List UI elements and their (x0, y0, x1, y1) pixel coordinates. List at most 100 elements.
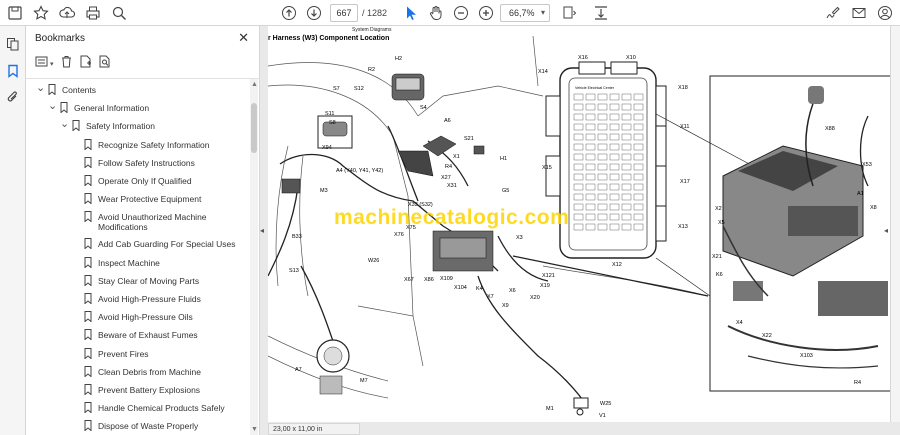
hand-tool-icon[interactable] (427, 4, 445, 22)
bookmark-item[interactable]: ⌄ Safety Information (26, 117, 250, 135)
bookmark-item[interactable]: Beware of Exhaust Fumes (26, 326, 250, 344)
chevron-down-icon[interactable]: ▾ (50, 60, 54, 68)
fuse-slot (573, 153, 584, 161)
bookmark-options-icon[interactable] (35, 55, 48, 73)
fit-page-icon[interactable] (560, 4, 578, 22)
fuse-slot (633, 213, 644, 221)
scroll-thumb[interactable] (251, 103, 257, 153)
label-G5: G5 (502, 188, 509, 194)
fuse-slot (621, 93, 632, 101)
sign-tool-icon[interactable] (824, 4, 842, 22)
fuse-slot (609, 223, 620, 231)
bookmark-item[interactable]: Prevent Fires (26, 345, 250, 363)
attachments-icon[interactable] (4, 88, 22, 106)
label-X10: X10 (626, 55, 636, 61)
bookmark-item[interactable]: Stay Clear of Moving Parts (26, 272, 250, 290)
add-bookmark-icon[interactable] (79, 55, 92, 73)
fuse-slot (633, 143, 644, 151)
zoom-in-icon[interactable] (477, 4, 495, 22)
bookmark-item[interactable]: ⌄ General Information (26, 99, 250, 117)
fuse-slot (597, 193, 608, 201)
bookmark-label: Stay Clear of Moving Parts (98, 275, 200, 286)
bookmark-item[interactable]: Follow Safety Instructions (26, 154, 250, 172)
bookmark-item[interactable]: Prevent Battery Explosions (26, 381, 250, 399)
save-icon[interactable] (6, 4, 24, 22)
main-toolbar: 667 / 1282 66,7% ▾ (0, 0, 900, 26)
label-X4: X4 (736, 320, 743, 326)
expand-right-panel-icon[interactable]: ◂ (884, 226, 888, 235)
account-icon[interactable] (876, 4, 894, 22)
label-X31: X31 (447, 183, 457, 189)
label-X18: X18 (678, 85, 688, 91)
fuse-slot (609, 203, 620, 211)
bookmark-item[interactable]: Clean Debris from Machine (26, 363, 250, 381)
fuse-slot (573, 213, 584, 221)
bookmark-icon (84, 420, 92, 432)
delete-bookmark-icon[interactable] (60, 55, 73, 73)
bookmark-item[interactable]: Avoid Unauthorized Machine Modifications (26, 208, 250, 235)
fuse-slot (585, 103, 596, 111)
fuse-slot (597, 223, 608, 231)
page-thumbnails-icon[interactable] (4, 35, 22, 53)
cloud-upload-icon[interactable] (58, 4, 76, 22)
bookmark-item[interactable]: Add Cab Guarding For Special Uses (26, 235, 250, 253)
select-cursor-icon[interactable] (402, 4, 420, 22)
previous-page-icon[interactable] (280, 4, 298, 22)
fuse-slot (609, 163, 620, 171)
label-X8: X8 (870, 205, 877, 211)
page-number-input[interactable]: 667 (330, 4, 358, 22)
next-page-icon[interactable] (305, 4, 323, 22)
right-scroll-edge[interactable] (890, 26, 900, 422)
fuse-slot (573, 113, 584, 121)
bookmarks-panel-icon[interactable] (4, 62, 22, 80)
scroll-mode-icon[interactable] (592, 4, 610, 22)
fuse-slot (573, 93, 584, 101)
bookmark-icon (48, 84, 56, 95)
label-W25: W25 (600, 401, 611, 407)
chevron-down-icon[interactable]: ⌄ (60, 117, 69, 130)
email-icon[interactable] (850, 4, 868, 22)
bookmark-item[interactable]: Handle Chemical Products Safely (26, 399, 250, 417)
fuse-slot (585, 153, 596, 161)
fuse-slot (585, 203, 596, 211)
bookmark-icon (84, 211, 92, 223)
fuse-slot (585, 163, 596, 171)
bookmark-icon (84, 311, 92, 323)
bookmark-item[interactable]: Dispose of Waste Properly (26, 417, 250, 435)
chevron-down-icon[interactable]: ⌄ (48, 99, 57, 112)
bookmark-scrollbar[interactable]: ▲ ▼ (250, 79, 258, 435)
chevron-down-icon[interactable]: ⌄ (36, 81, 45, 94)
zoom-out-icon[interactable] (452, 4, 470, 22)
label-X67: X67 (404, 277, 414, 283)
print-icon[interactable] (84, 4, 102, 22)
fuse-slot (621, 213, 632, 221)
bookmark-item[interactable]: Recognize Safety Information (26, 136, 250, 154)
scroll-down-icon[interactable]: ▼ (251, 426, 258, 433)
bookmark-item[interactable]: Inspect Machine (26, 254, 250, 272)
fuse-slot (585, 173, 596, 181)
fuse-slot (633, 183, 644, 191)
label-X2: X2 (715, 206, 722, 212)
label-X3: X3 (516, 235, 523, 241)
zoom-level-select[interactable]: 66,7% ▾ (500, 4, 550, 22)
fuse-slot (633, 163, 644, 171)
bookmark-item[interactable]: ⌄ Contents (26, 81, 250, 99)
star-icon[interactable] (32, 4, 50, 22)
bookmark-item[interactable]: Avoid High-Pressure Fluids (26, 290, 250, 308)
label-S11: S11 (325, 111, 334, 117)
collapse-panel-icon[interactable]: ◂ (260, 226, 264, 235)
bookmark-label-line2: Modifications (98, 222, 148, 233)
bookmark-item[interactable]: Operate Only If Qualified (26, 172, 250, 190)
document-area: ◂ System Diagrams r Harness (W3) Compone… (260, 26, 900, 435)
scroll-up-icon[interactable]: ▲ (251, 81, 258, 88)
bookmark-tools: ▾ (35, 55, 111, 73)
find-bookmark-icon[interactable] (98, 55, 111, 73)
fuse-slot (597, 183, 608, 191)
bookmark-item[interactable]: Wear Protective Equipment (26, 190, 250, 208)
label-X11: X11 (680, 124, 689, 130)
close-icon[interactable]: ✕ (238, 30, 249, 46)
bookmark-item[interactable]: Avoid High-Pressure Oils (26, 308, 250, 326)
fuse-slot (633, 203, 644, 211)
zoom-search-icon[interactable] (110, 4, 128, 22)
left-rail (0, 26, 26, 435)
